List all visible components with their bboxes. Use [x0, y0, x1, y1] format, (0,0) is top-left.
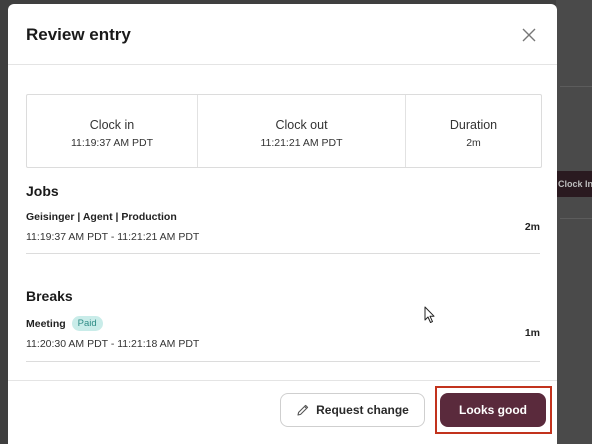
clock-out-label: Clock out	[275, 118, 328, 132]
duration-value: 2m	[466, 137, 481, 149]
background-divider	[560, 218, 592, 219]
request-change-label: Request change	[316, 403, 409, 417]
clock-out-summary: Clock out 11:21:21 AM PDT	[198, 95, 406, 167]
breaks-section-title: Breaks	[26, 288, 73, 304]
clock-in-summary: Clock in 11:19:37 AM PDT	[27, 95, 198, 167]
break-name-row: Meeting Paid	[26, 316, 103, 331]
paid-badge: Paid	[71, 316, 103, 331]
dialog-footer: Request change Looks good	[8, 380, 557, 444]
dialog-header: Review entry	[8, 4, 557, 65]
clock-in-value: 11:19:37 AM PDT	[70, 137, 154, 149]
job-duration: 2m	[524, 221, 540, 233]
job-name: Geisinger | Agent | Production	[26, 211, 177, 223]
mouse-cursor-icon	[424, 306, 435, 323]
looks-good-button[interactable]: Looks good	[440, 393, 546, 427]
request-change-button[interactable]: Request change	[280, 393, 425, 427]
background-divider	[560, 86, 592, 87]
background-clock-in-button: Clock In	[556, 171, 592, 197]
duration-label: Duration	[449, 118, 498, 132]
break-time-range: 11:20:30 AM PDT - 11:21:18 AM PDT	[26, 338, 200, 350]
jobs-section-title: Jobs	[26, 183, 59, 199]
break-duration: 1m	[524, 327, 540, 339]
divider	[26, 361, 540, 362]
break-name: Meeting	[26, 317, 66, 330]
review-entry-dialog: Review entry Clock in 11:19:37 AM PDT Cl…	[8, 4, 557, 444]
background-panel	[556, 0, 592, 444]
pencil-icon	[297, 404, 309, 416]
time-summary: Clock in 11:19:37 AM PDT Clock out 11:21…	[26, 94, 542, 168]
dialog-title: Review entry	[26, 25, 131, 44]
looks-good-label: Looks good	[459, 403, 527, 417]
clock-out-value: 11:21:21 AM PDT	[260, 137, 343, 149]
close-icon	[522, 28, 536, 42]
divider	[26, 253, 540, 254]
duration-summary: Duration 2m	[406, 95, 541, 167]
close-button[interactable]	[517, 23, 541, 47]
clock-in-label: Clock in	[89, 118, 135, 132]
job-time-range: 11:19:37 AM PDT - 11:21:21 AM PDT	[26, 231, 200, 243]
